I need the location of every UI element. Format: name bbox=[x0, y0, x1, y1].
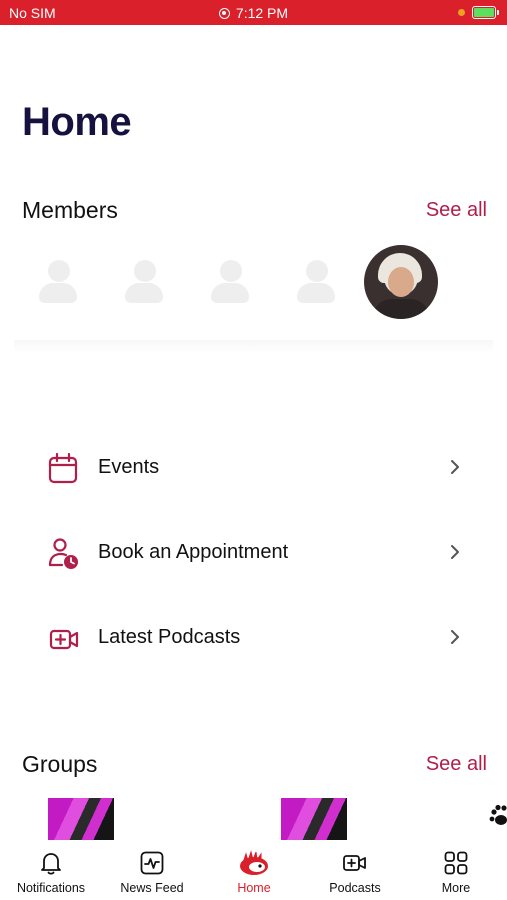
groups-title: Groups bbox=[22, 751, 98, 777]
person-clock-icon bbox=[48, 538, 78, 569]
tab-news-feed[interactable]: News Feed bbox=[102, 840, 202, 900]
chevron-right-icon bbox=[451, 460, 459, 474]
battery-icon bbox=[472, 6, 499, 19]
avatar-placeholder-head bbox=[48, 260, 70, 282]
tab-more[interactable]: More bbox=[406, 840, 506, 900]
avatar-placeholder-head bbox=[220, 260, 242, 282]
grid-icon bbox=[444, 851, 468, 875]
menu-item-events[interactable]: Events bbox=[46, 448, 459, 488]
menu-item-label: Book an Appointment bbox=[98, 541, 289, 563]
tab-home[interactable]: Home bbox=[204, 840, 304, 900]
status-bar: No SIM 7:12 PM bbox=[0, 0, 507, 25]
menu-item-label: Events bbox=[98, 456, 160, 478]
tab-label: News Feed bbox=[120, 881, 184, 895]
home-logo-icon bbox=[240, 850, 268, 875]
avatar-placeholder-body bbox=[39, 283, 77, 303]
avatar-placeholder-body bbox=[125, 283, 163, 303]
paw-icon bbox=[489, 804, 507, 825]
member-avatar-placeholder[interactable] bbox=[21, 245, 95, 319]
member-avatar-placeholder[interactable] bbox=[193, 245, 267, 319]
video-plus-icon bbox=[343, 855, 366, 871]
tab-podcasts[interactable]: Podcasts bbox=[305, 840, 405, 900]
bell-icon bbox=[41, 853, 61, 875]
battery-fill bbox=[474, 8, 494, 17]
chevron-right-icon bbox=[451, 630, 459, 644]
members-header: Members See all bbox=[22, 197, 487, 227]
menu-item-label: Latest Podcasts bbox=[98, 626, 241, 648]
tab-label: More bbox=[441, 881, 471, 895]
clock-label: 7:12 PM bbox=[235, 5, 289, 21]
avatar-placeholder-body bbox=[297, 283, 335, 303]
menu-item-book-appointment[interactable]: Book an Appointment bbox=[46, 533, 459, 573]
group-card-image[interactable] bbox=[48, 798, 114, 840]
page-title: Home bbox=[22, 100, 132, 144]
tab-bar: Notifications News Feed Home Podcasts Mo… bbox=[0, 840, 507, 900]
tab-notifications[interactable]: Notifications bbox=[1, 840, 101, 900]
member-avatar-photo[interactable] bbox=[364, 245, 438, 319]
avatar-shirt bbox=[372, 299, 430, 319]
members-title: Members bbox=[22, 197, 118, 223]
tab-label: Podcasts bbox=[329, 881, 381, 895]
screen-record-icon bbox=[218, 8, 230, 19]
avatar-placeholder-body bbox=[211, 283, 249, 303]
groups-see-all-link[interactable]: See all bbox=[426, 753, 487, 776]
pulse-icon bbox=[140, 851, 164, 875]
video-plus-icon bbox=[49, 629, 79, 650]
avatar-placeholder-head bbox=[134, 260, 156, 282]
clock: 7:12 PM bbox=[0, 5, 507, 21]
calendar-icon bbox=[48, 452, 78, 484]
groups-header: Groups See all bbox=[22, 751, 487, 781]
group-card-image[interactable] bbox=[281, 798, 347, 840]
tab-label: Home bbox=[237, 881, 271, 895]
section-divider bbox=[14, 340, 493, 354]
tab-label: Notifications bbox=[16, 881, 86, 895]
avatar-placeholder-head bbox=[306, 260, 328, 282]
privacy-indicator-icon bbox=[458, 9, 465, 16]
menu-item-latest-podcasts[interactable]: Latest Podcasts bbox=[46, 618, 459, 658]
avatar-face bbox=[388, 267, 414, 297]
member-avatar-placeholder[interactable] bbox=[107, 245, 181, 319]
members-see-all-link[interactable]: See all bbox=[426, 199, 487, 222]
chevron-right-icon bbox=[451, 545, 459, 559]
member-avatar-placeholder[interactable] bbox=[279, 245, 353, 319]
